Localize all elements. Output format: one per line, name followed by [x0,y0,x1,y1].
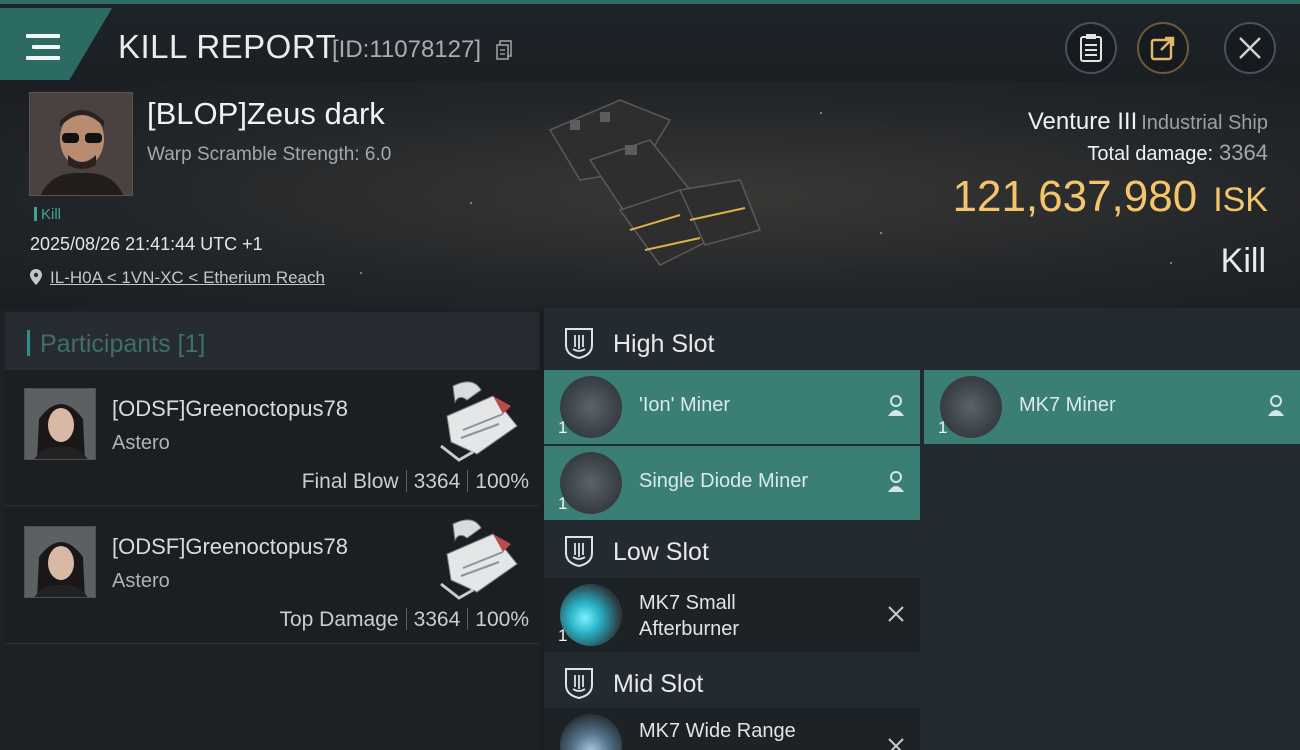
module-name: Single Diode Miner [639,470,808,492]
miner-module-icon [560,376,622,438]
clipboard-button[interactable] [1065,22,1117,74]
high-slot-header: High Slot [544,314,920,370]
victim-avatar [30,93,132,195]
kill-banner: [BLOP]Zeus dark Warp Scramble Strength: … [0,82,1300,308]
module-name: 'Ion' Miner [639,394,731,416]
total-damage-label: Total damage: [1087,143,1214,165]
fitted-person-icon [888,471,904,492]
warp-scramble-strength: Warp Scramble Strength: 6.0 [147,144,392,165]
miner-module-icon [560,452,622,514]
participant-row[interactable]: [ODSF]Greenoctopus78 Astero Final Blow 33… [5,370,539,506]
share-icon [1150,36,1175,61]
fitting-panel: High Slot 1 'Ion' Miner 1 MK7 Miner 1 Si… [544,308,1300,750]
participant-stats: Top Damage 3364 100% [279,608,529,632]
module-quantity: 1 [558,494,568,513]
afterburner-module-icon [560,584,622,646]
participant-damage: 3364 [413,608,461,631]
ship-class: Industrial Ship [1141,112,1268,134]
participant-ship-icon[interactable] [433,376,525,468]
slot-shield-icon [565,536,593,567]
participant-name[interactable]: [ODSF]Greenoctopus78 [112,534,348,560]
share-button[interactable] [1137,22,1189,74]
top-bar: KILL REPORT [ID:11078127] [0,0,1300,82]
participant-portrait [25,389,95,459]
participants-panel: Participants [1] [ODSF]Greenoctopus78 As… [0,308,540,750]
clipboard-icon [1080,34,1102,62]
isk-value: 121,637,980 ISK [953,172,1269,222]
fitted-person-icon [888,395,904,416]
participant-ship: Astero [112,432,170,454]
total-damage-value: 3364 [1219,140,1268,165]
location-link[interactable]: IL-H0A < 1VN-XC < Etherium Reach [50,268,325,287]
kill-timestamp: 2025/08/26 21:41:44 UTC +1 [30,234,263,254]
location-pin-icon [30,269,42,285]
participant-ship-icon[interactable] [433,514,525,606]
victim-name[interactable]: [BLOP]Zeus dark [147,96,385,132]
participants-label: Participants [1] [27,330,205,359]
hamburger-menu-icon [26,34,60,60]
module-item[interactable]: 1 MK7 Small Afterburner [544,578,920,652]
high-slot-label: High Slot [613,330,715,358]
participant-percent: 100% [475,608,529,631]
participant-avatar[interactable] [24,526,96,598]
isk-unit: ISK [1213,181,1268,219]
copy-icon[interactable] [496,40,512,60]
kill-tag: Kill [34,206,61,223]
module-item[interactable]: 1 Single Diode Miner [544,446,920,520]
module-name: MK7 Wide Range [639,720,796,742]
participant-ship: Astero [112,570,170,592]
menu-button[interactable] [0,8,112,80]
total-damage: Total damage: 3364 [1087,140,1268,166]
destroyed-x-icon [888,606,904,622]
slot-shield-icon [565,328,593,359]
participant-name[interactable]: [ODSF]Greenoctopus78 [112,396,348,422]
low-slot-label: Low Slot [613,538,709,566]
kill-report-id: [ID:11078127] [332,36,482,63]
miner-module-icon [940,376,1002,438]
isk-amount: 121,637,980 [952,172,1198,221]
close-button[interactable] [1224,22,1276,74]
module-quantity: 1 [938,418,948,437]
module-name: MK7 Small Afterburner [639,592,740,640]
participant-percent: 100% [475,470,529,493]
mid-slot-header: Mid Slot [544,654,920,710]
shield-module-icon [560,714,622,750]
victim-portrait[interactable] [29,92,133,196]
mid-slot-label: Mid Slot [613,670,704,698]
close-icon [1239,37,1261,59]
module-item[interactable]: MK7 Wide Range [544,708,920,750]
slot-shield-icon [565,668,593,699]
page-title: KILL REPORT [118,28,337,65]
participant-role: Top Damage [279,608,399,631]
ship-name[interactable]: Venture III [1028,108,1137,135]
destroyed-x-icon [888,738,904,750]
module-quantity: 1 [558,418,568,437]
participant-stats: Final Blow 3364 100% [302,470,529,494]
participant-damage: 3364 [413,470,461,493]
victim-ship-image [548,99,762,266]
fitted-person-icon [1268,395,1284,416]
victim-ship: Venture III Industrial Ship [1028,108,1268,136]
participant-row[interactable]: [ODSF]Greenoctopus78 Astero Top Damage 33… [5,508,539,644]
module-name: MK7 Miner [1019,394,1116,416]
module-quantity: 1 [558,626,568,645]
low-slot-header: Low Slot [544,522,920,578]
participant-portrait [25,527,95,597]
module-item[interactable]: 1 'Ion' Miner [544,370,920,444]
participant-avatar[interactable] [24,388,96,460]
module-item[interactable]: 1 MK7 Miner [924,370,1300,444]
participant-role: Final Blow [301,470,399,493]
result-label: Kill [1220,242,1266,280]
participants-header: Participants [1] [5,312,539,374]
kill-location[interactable]: IL-H0A < 1VN-XC < Etherium Reach [30,268,325,288]
